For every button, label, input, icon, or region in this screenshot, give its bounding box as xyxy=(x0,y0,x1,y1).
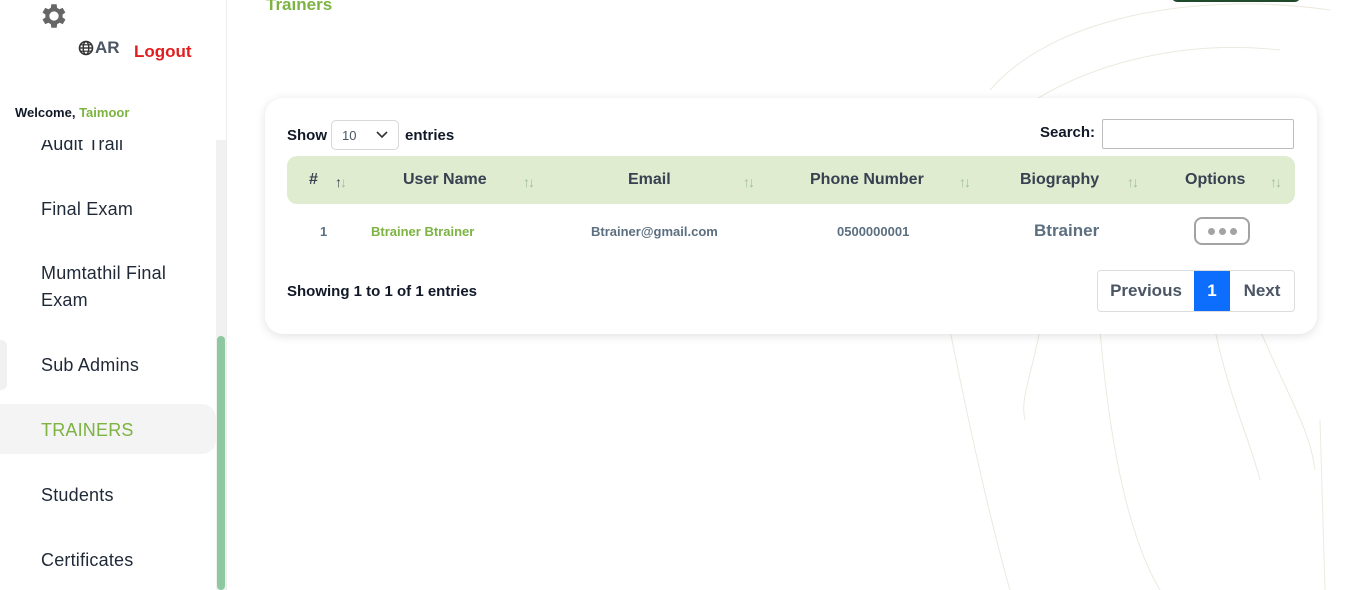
pagination: Previous 1 Next xyxy=(1097,270,1295,312)
sidebar-item-final-exam[interactable]: Final Exam xyxy=(0,196,216,224)
globe-icon xyxy=(78,40,94,56)
column-header-options: Options xyxy=(1185,171,1246,188)
sidebar-scrollbar-thumb[interactable] xyxy=(217,336,225,590)
row-biography: Btrainer xyxy=(1034,221,1100,240)
sort-icon[interactable]: ↑↓ xyxy=(959,174,971,190)
pagination-next[interactable]: Next xyxy=(1230,271,1294,311)
sort-icon[interactable]: ↑↓ xyxy=(523,174,535,190)
sort-icon[interactable]: ↑↓ xyxy=(1127,174,1139,190)
more-dot-icon xyxy=(1218,227,1226,235)
entries-label: entries xyxy=(405,126,455,144)
sidebar-item-trainers[interactable]: TRAINERS xyxy=(0,404,216,454)
more-dot-icon xyxy=(1229,227,1237,235)
more-dot-icon xyxy=(1207,227,1215,235)
sidebar-item-sub-admins[interactable]: Sub Admins xyxy=(0,352,216,380)
pagination-page-1[interactable]: 1 xyxy=(1194,271,1230,311)
gear-icon[interactable] xyxy=(38,0,70,32)
sort-icon[interactable]: ↑↓ xyxy=(335,174,347,190)
welcome-message: Welcome, Taimoor xyxy=(15,105,129,120)
chevron-down-icon xyxy=(376,131,388,139)
row-email: Btrainer@gmail.com xyxy=(591,223,718,239)
table-header: # ↑↓ User Name ↑↓ Email ↑↓ Phone Number … xyxy=(287,156,1295,204)
language-label: AR xyxy=(95,38,120,57)
entries-select-value: 10 xyxy=(342,127,357,143)
column-header-phone-number[interactable]: Phone Number xyxy=(810,156,924,204)
column-header-index[interactable]: # xyxy=(309,156,318,204)
row-index: 1 xyxy=(320,223,328,239)
logout-link[interactable]: Logout xyxy=(134,42,192,62)
options-button[interactable] xyxy=(1194,217,1250,245)
row-phone: 0500000001 xyxy=(837,223,910,239)
search-label: Search: xyxy=(1040,124,1096,141)
sidebar-item-certificates[interactable]: Certificates xyxy=(0,547,216,575)
column-header-user-name[interactable]: User Name xyxy=(403,156,487,204)
entries-select[interactable]: 10 xyxy=(331,120,399,150)
language-switch[interactable]: AR xyxy=(78,38,120,58)
welcome-text: Welcome, xyxy=(15,105,76,120)
pagination-previous[interactable]: Previous xyxy=(1098,271,1194,311)
menu-indicator xyxy=(0,340,7,390)
column-header-email[interactable]: Email xyxy=(628,156,671,204)
trainers-table-card: Show 10 entries Search: # ↑↓ User Name ↑… xyxy=(265,98,1317,334)
table-info: Showing 1 to 1 of 1 entries xyxy=(287,283,478,300)
row-user-name[interactable]: Btrainer Btrainer xyxy=(371,206,474,256)
add-trainer-button[interactable] xyxy=(1172,0,1300,2)
sidebar-menu: Audit Trail Final Exam Mumtathil Final E… xyxy=(0,140,216,590)
sort-icon[interactable]: ↑↓ xyxy=(743,174,755,190)
search-input[interactable] xyxy=(1102,119,1294,149)
table-row: 1 Btrainer Btrainer Btrainer@gmail.com 0… xyxy=(287,206,1295,256)
sidebar-item-audit-trail[interactable]: Audit Trail xyxy=(0,140,216,162)
sort-icon: ↑↓ xyxy=(1270,174,1282,190)
column-header-biography[interactable]: Biography xyxy=(1020,156,1099,204)
sidebar-item-students[interactable]: Students xyxy=(0,482,216,510)
show-label: Show xyxy=(287,126,327,144)
entries-length-control: Show 10 entries xyxy=(287,120,454,150)
sidebar: AR Logout Welcome, Taimoor Audit Trail F… xyxy=(0,0,227,590)
sidebar-item-mumtathil-final-exam[interactable]: Mumtathil Final Exam xyxy=(0,260,216,314)
user-name: Taimoor xyxy=(79,105,130,120)
page-title: Trainers xyxy=(266,0,333,14)
